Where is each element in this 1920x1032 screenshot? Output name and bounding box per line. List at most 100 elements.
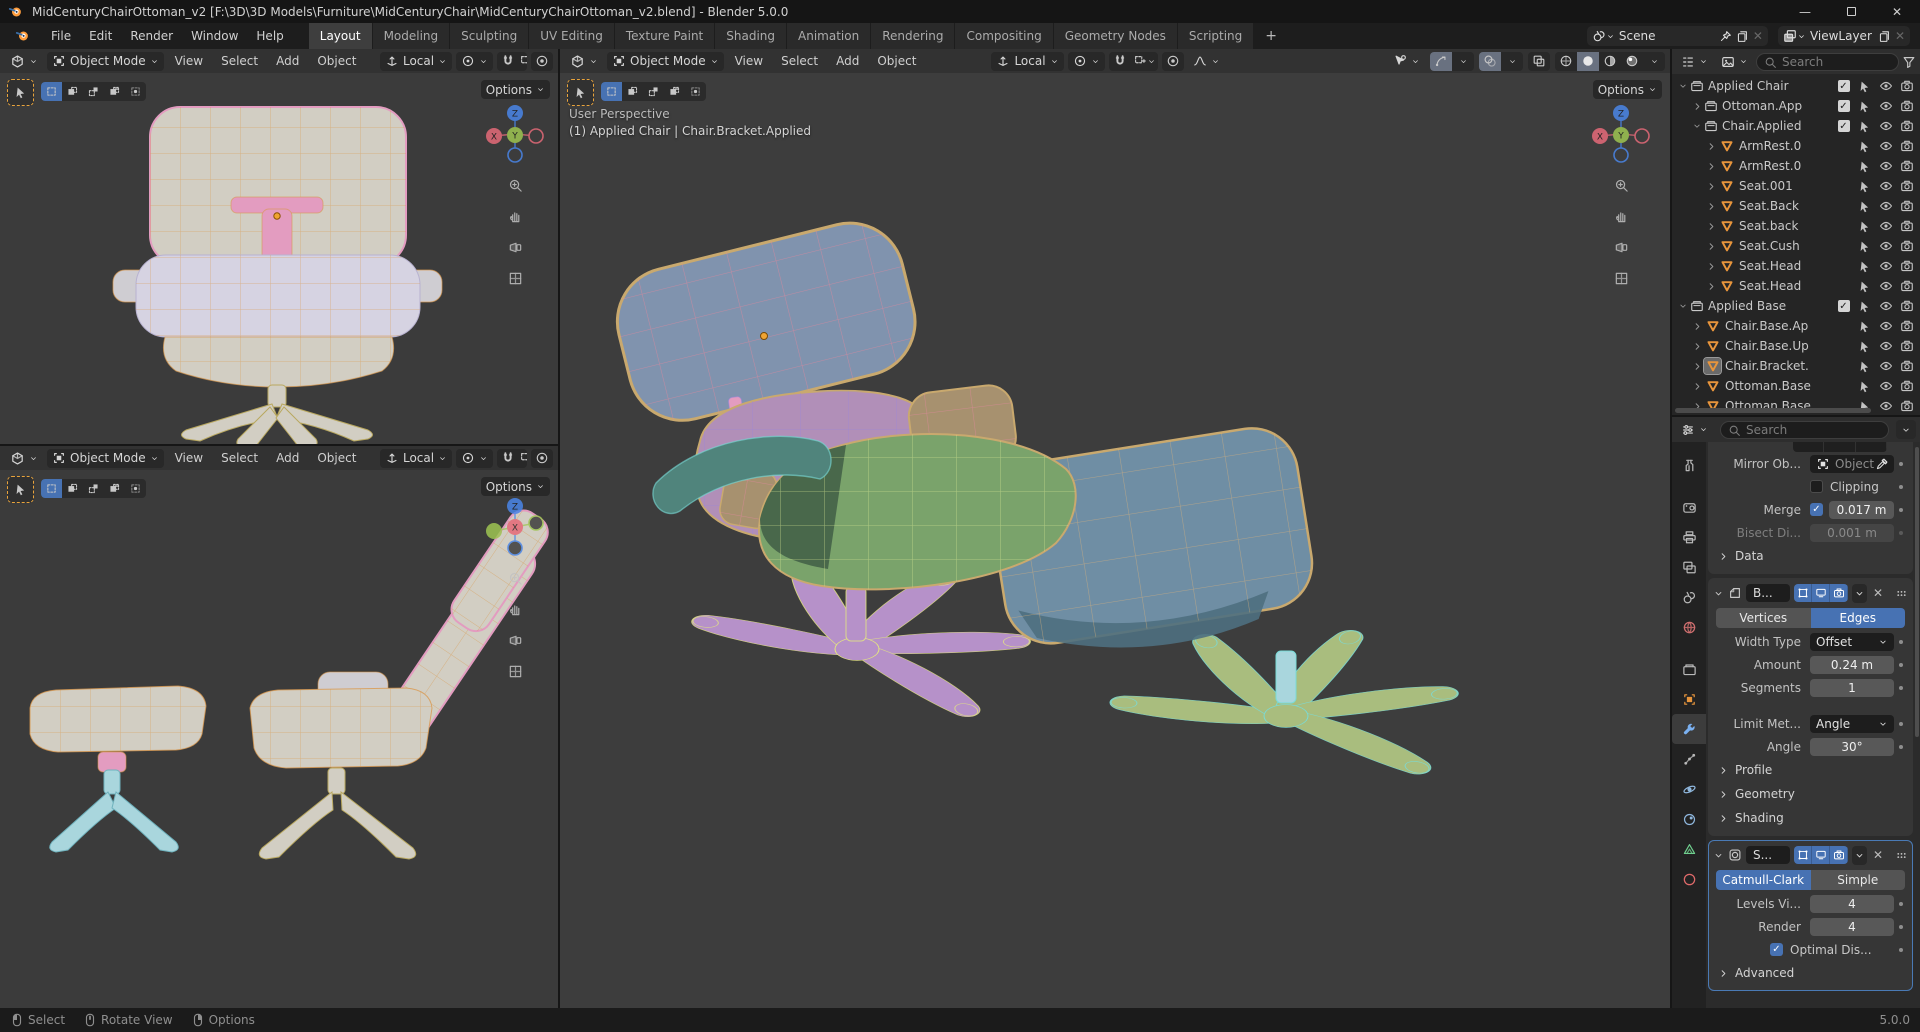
optimal-display-checkbox[interactable]: ✓ xyxy=(1770,943,1783,956)
select-invert[interactable] xyxy=(104,82,125,101)
viewport-menu-view[interactable]: View xyxy=(168,52,210,70)
clipping-checkbox[interactable] xyxy=(1810,480,1823,493)
select-intersect[interactable] xyxy=(125,82,146,101)
shading-solid-button[interactable] xyxy=(1577,52,1599,71)
hide-viewport-toggle[interactable] xyxy=(1875,279,1896,293)
properties-tab-world[interactable] xyxy=(1672,612,1706,642)
gizmos-dropdown[interactable] xyxy=(1452,52,1474,71)
hide-render-toggle[interactable] xyxy=(1896,139,1917,153)
grid-ortho-button[interactable] xyxy=(504,660,526,682)
collection-checkbox[interactable]: ✓ xyxy=(1838,80,1850,92)
hide-viewport-toggle[interactable] xyxy=(1875,259,1896,273)
outliner-row[interactable]: Seat.Cush xyxy=(1672,236,1920,256)
selectable-toggle[interactable] xyxy=(1854,300,1875,313)
hide-viewport-toggle[interactable] xyxy=(1875,319,1896,333)
hide-render-toggle[interactable] xyxy=(1896,259,1917,273)
camera-view-button[interactable] xyxy=(504,236,526,258)
bevel-name-field[interactable]: B... xyxy=(1746,584,1790,602)
outliner-row[interactable]: Seat.Head xyxy=(1672,256,1920,276)
outliner-row[interactable]: Seat.Head xyxy=(1672,276,1920,296)
bevel-extras-button[interactable] xyxy=(1852,584,1867,603)
falloff-select[interactable] xyxy=(1188,52,1225,71)
editor-type-button[interactable] xyxy=(5,52,43,71)
hide-viewport-toggle[interactable] xyxy=(1875,139,1896,153)
editor-type-button[interactable] xyxy=(565,52,603,71)
orientation-select[interactable]: Local xyxy=(991,52,1063,71)
select-subtract[interactable] xyxy=(643,82,664,101)
hide-render-toggle[interactable] xyxy=(1896,199,1917,213)
workspace-tab-rendering[interactable]: Rendering xyxy=(871,23,954,49)
snap-target-select[interactable] xyxy=(1131,52,1158,71)
properties-search-input[interactable]: Search xyxy=(1720,421,1889,439)
shading-material-button[interactable] xyxy=(1599,52,1621,71)
active-tool-tweak[interactable] xyxy=(7,476,34,503)
selectable-toggle[interactable] xyxy=(1854,80,1875,93)
subdiv-type-simple[interactable]: Simple xyxy=(1811,870,1906,890)
viewport-menu-object[interactable]: Object xyxy=(310,52,363,70)
hide-viewport-toggle[interactable] xyxy=(1875,199,1896,213)
selectable-toggle[interactable] xyxy=(1854,340,1875,353)
hide-viewport-toggle[interactable] xyxy=(1875,179,1896,193)
workspace-tab-scripting[interactable]: Scripting xyxy=(1178,23,1253,49)
bevel-width-type-dropdown[interactable]: Offset xyxy=(1810,633,1894,651)
menu-render[interactable]: Render xyxy=(121,26,182,46)
collection-checkbox[interactable]: ✓ xyxy=(1838,100,1850,112)
menu-file[interactable]: File xyxy=(42,26,80,46)
move-nav-button[interactable] xyxy=(1610,205,1632,227)
drag-handle-icon[interactable] xyxy=(1895,586,1908,600)
hide-viewport-toggle[interactable] xyxy=(1875,379,1896,393)
pivot-point-select[interactable] xyxy=(1068,52,1105,71)
viewport-menu-add[interactable]: Add xyxy=(829,52,866,70)
snap-toggle[interactable] xyxy=(497,52,519,71)
bevel-angle-field[interactable]: 30° xyxy=(1810,738,1894,756)
hide-render-toggle[interactable] xyxy=(1896,119,1917,133)
outliner-row[interactable]: Applied Base✓ xyxy=(1672,296,1920,316)
properties-tab-particles[interactable] xyxy=(1672,744,1706,774)
select-intersect[interactable] xyxy=(125,479,146,498)
selectable-toggle[interactable] xyxy=(1854,100,1875,113)
geometry-section-toggle[interactable]: Geometry xyxy=(1708,782,1913,806)
workspace-tab-shading[interactable]: Shading xyxy=(715,23,786,49)
outliner-row[interactable]: ArmRest.0 xyxy=(1672,136,1920,156)
hide-viewport-toggle[interactable] xyxy=(1875,339,1896,353)
hide-viewport-toggle[interactable] xyxy=(1875,359,1896,373)
hide-render-toggle[interactable] xyxy=(1896,319,1917,333)
subdiv-name-field[interactable]: S... xyxy=(1746,846,1790,864)
minimize-button[interactable]: — xyxy=(1782,0,1828,23)
hide-render-toggle[interactable] xyxy=(1896,399,1917,413)
render-levels-field[interactable]: 4 xyxy=(1810,918,1894,936)
snap-toggle[interactable] xyxy=(1109,52,1131,71)
blender-menu-button[interactable] xyxy=(6,25,40,47)
filter-icon[interactable] xyxy=(1902,54,1916,69)
orientation-select[interactable]: Local xyxy=(380,52,452,71)
orientation-select[interactable]: Local xyxy=(380,449,452,468)
outliner-hscrollbar[interactable] xyxy=(1675,408,1871,413)
bevel-editmode-display-toggle[interactable] xyxy=(1794,584,1812,602)
properties-editor-type-button[interactable] xyxy=(1676,420,1713,439)
properties-tab-object[interactable] xyxy=(1672,684,1706,714)
outliner-row[interactable]: Seat.back xyxy=(1672,216,1920,236)
hide-render-toggle[interactable] xyxy=(1896,279,1917,293)
outliner-row[interactable]: ArmRest.0 xyxy=(1672,156,1920,176)
hide-render-toggle[interactable] xyxy=(1896,79,1917,93)
selectable-toggle[interactable] xyxy=(1854,220,1875,233)
grid-ortho-button[interactable] xyxy=(504,267,526,289)
grid-ortho-button[interactable] xyxy=(1610,267,1632,289)
editor-type-button[interactable] xyxy=(5,449,43,468)
pivot-point-select[interactable] xyxy=(456,52,493,71)
properties-tab-render[interactable] xyxy=(1672,492,1706,522)
properties-tab-view-layer[interactable] xyxy=(1672,552,1706,582)
viewport-menu-object[interactable]: Object xyxy=(310,449,363,467)
selectable-toggle[interactable] xyxy=(1854,120,1875,133)
proportional-editing-toggle[interactable] xyxy=(531,449,553,468)
hide-render-toggle[interactable] xyxy=(1896,159,1917,173)
active-tool-tweak[interactable] xyxy=(7,79,34,106)
bevel-affect-edges[interactable]: Edges xyxy=(1811,608,1906,628)
bevel-affect-vertices[interactable]: Vertices xyxy=(1716,608,1811,628)
viewport-menu-select[interactable]: Select xyxy=(214,449,265,467)
menu-window[interactable]: Window xyxy=(182,26,247,46)
select-intersect[interactable] xyxy=(685,82,706,101)
advanced-section-toggle[interactable]: Advanced xyxy=(1708,961,1913,985)
camera-view-button[interactable] xyxy=(504,629,526,651)
pivot-point-select[interactable] xyxy=(456,449,493,468)
